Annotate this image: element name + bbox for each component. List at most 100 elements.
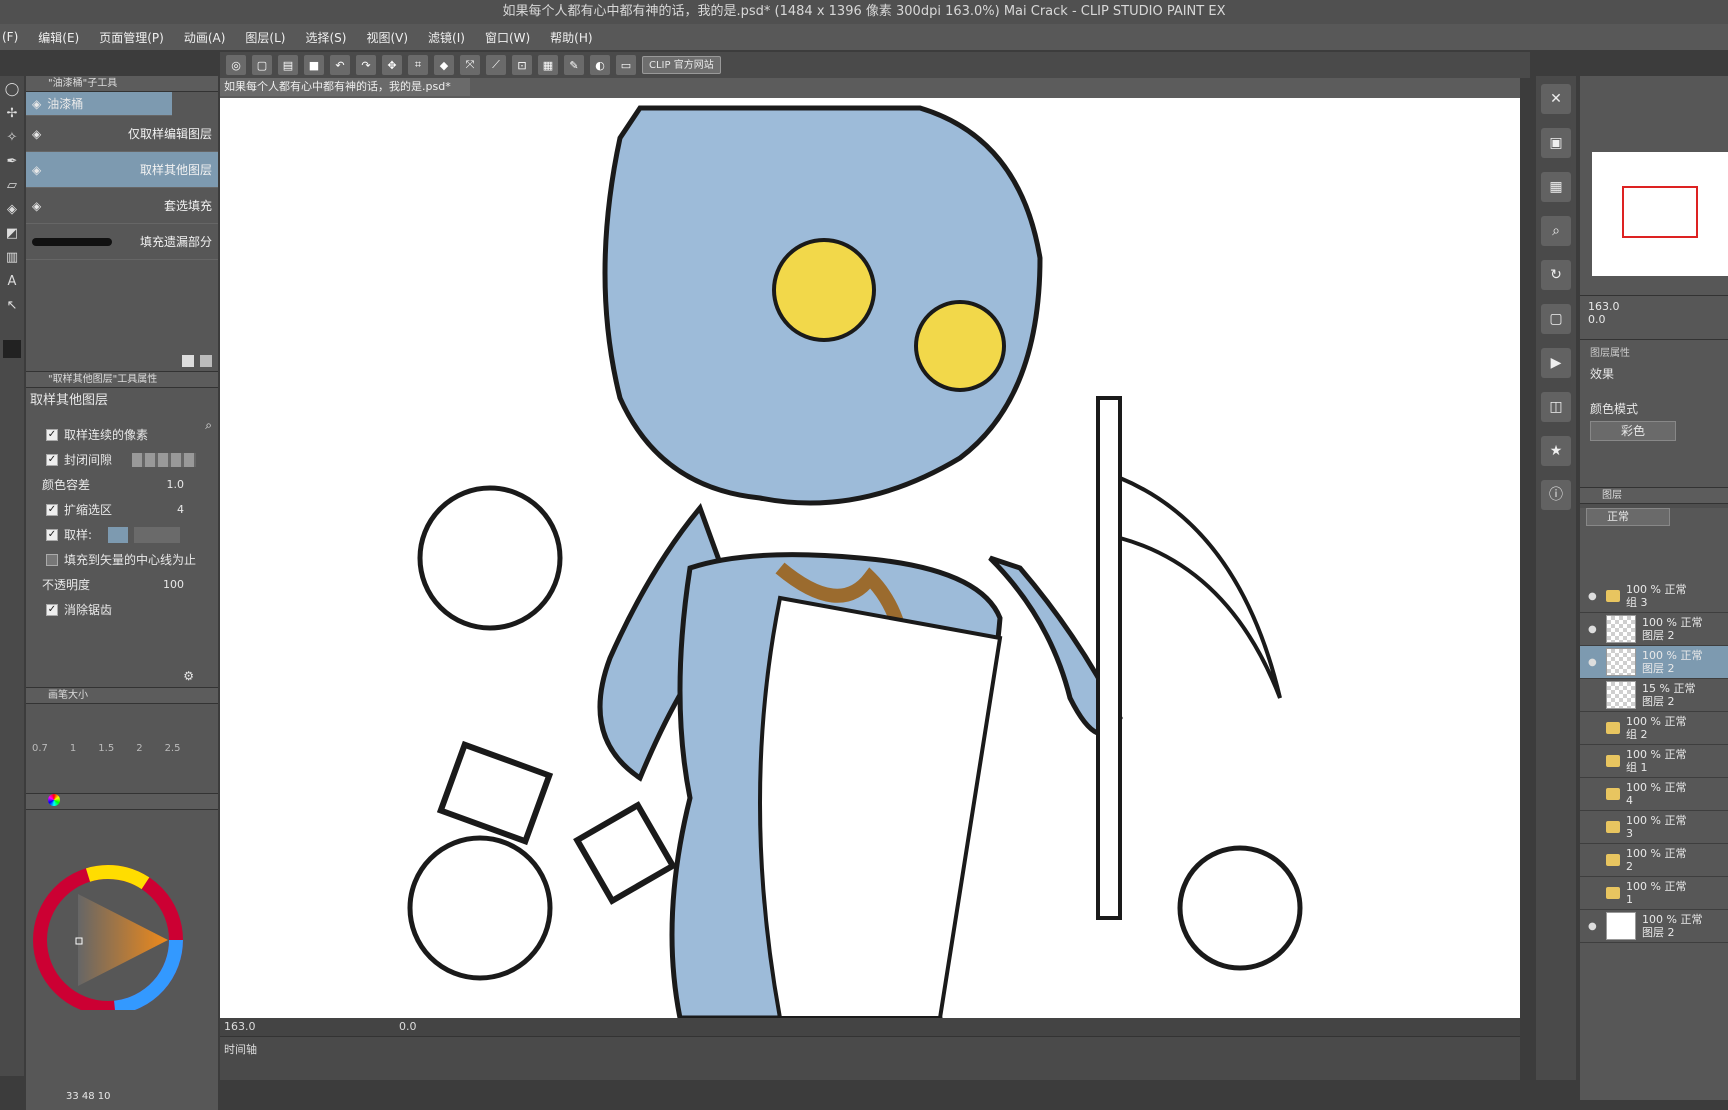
- subtool-item-1[interactable]: ◈ 取样其他图层: [26, 152, 218, 188]
- prop-row-vector-center[interactable]: 填充到矢量的中心线为止: [26, 547, 218, 572]
- layer-row[interactable]: 100 % 正常组 2: [1580, 712, 1728, 745]
- redo-icon[interactable]: ↷: [356, 55, 376, 75]
- navigator-view-rect[interactable]: [1622, 186, 1698, 238]
- menu-help[interactable]: 帮助(H): [550, 29, 592, 46]
- prop-value[interactable]: 1.0: [167, 478, 185, 491]
- menu-animation[interactable]: 动画(A): [184, 29, 226, 46]
- color-wheel[interactable]: [26, 810, 218, 1015]
- clear-selection-icon[interactable]: ✥: [382, 55, 402, 75]
- item-bank-icon[interactable]: ◫: [1541, 392, 1571, 422]
- canvas-zoom[interactable]: 163.0: [224, 1020, 256, 1033]
- settings-icon[interactable]: ⚙: [183, 669, 194, 683]
- quick-access-icon[interactable]: ★: [1541, 436, 1571, 466]
- prop-row-antialias[interactable]: ✓ 消除锯齿: [26, 597, 218, 622]
- brush-size-preset[interactable]: 0.7: [32, 743, 48, 754]
- layer-row[interactable]: 15 % 正常 图层 2: [1580, 679, 1728, 712]
- menu-select[interactable]: 选择(S): [305, 29, 346, 46]
- blend-mode-select[interactable]: 正常: [1586, 508, 1670, 526]
- menu-layer[interactable]: 图层(L): [245, 29, 285, 46]
- checkbox[interactable]: ✓: [46, 428, 58, 441]
- auto-action-icon[interactable]: ▶: [1541, 348, 1571, 378]
- layer-row[interactable]: ● 100 % 正常组 3: [1580, 580, 1728, 613]
- subtool-item-2[interactable]: ◈ 套选填充: [26, 188, 218, 224]
- operation-icon[interactable]: ↖: [4, 296, 20, 316]
- subtool-group-bucket[interactable]: ◈ 油漆桶: [26, 92, 172, 116]
- ruler-icon[interactable]: ⟋: [486, 55, 506, 75]
- text-icon[interactable]: A: [4, 272, 20, 292]
- fill-icon[interactable]: ◆: [434, 55, 454, 75]
- brush-size-preset[interactable]: 2.5: [165, 743, 181, 754]
- info-icon[interactable]: ⓘ: [1541, 480, 1571, 510]
- checkbox[interactable]: ✓: [46, 603, 58, 616]
- prop-row-close-gap[interactable]: ✓ 封闭间隙: [26, 447, 218, 472]
- gradient-icon[interactable]: ◩: [4, 224, 20, 244]
- checkbox[interactable]: ✓: [46, 528, 58, 541]
- display-icon[interactable]: ▭: [616, 55, 636, 75]
- material-icon[interactable]: ▦: [1541, 172, 1571, 202]
- brush-size-preset[interactable]: 2: [136, 743, 142, 754]
- layer-row[interactable]: 100 % 正常 4: [1580, 778, 1728, 811]
- delete-subtool-icon[interactable]: [200, 355, 212, 367]
- eye-icon[interactable]: ●: [1588, 921, 1600, 932]
- layer-row[interactable]: ● 100 % 正常 图层 2: [1580, 613, 1728, 646]
- menu-window[interactable]: 窗口(W): [485, 29, 530, 46]
- add-subtool-icon[interactable]: [182, 355, 194, 367]
- eye-icon[interactable]: ●: [1588, 591, 1600, 602]
- brush-size-preset[interactable]: 1: [70, 743, 76, 754]
- main-color-icon[interactable]: [3, 340, 21, 358]
- lasso-icon[interactable]: ◯: [4, 80, 20, 100]
- layer-row[interactable]: 100 % 正常组 1: [1580, 745, 1728, 778]
- grid-icon[interactable]: ▦: [538, 55, 558, 75]
- eye-icon[interactable]: ●: [1588, 657, 1600, 668]
- pen-pressure-icon[interactable]: ✎: [564, 55, 584, 75]
- subtool-item-0[interactable]: ◈ 仅取样编辑图层: [26, 116, 218, 152]
- eye-icon[interactable]: ●: [1588, 624, 1600, 635]
- pen-icon[interactable]: ✒: [4, 152, 20, 172]
- navigator-rotate[interactable]: 0.0: [1588, 313, 1720, 326]
- prop-value[interactable]: 4: [177, 503, 184, 516]
- timeline-tab[interactable]: 时间轴: [224, 1041, 257, 1057]
- layer-row-paper[interactable]: ● 100 % 正常 图层 2: [1580, 910, 1728, 943]
- checkbox[interactable]: [46, 553, 58, 566]
- clip-site-button[interactable]: CLIP 官方网站: [642, 56, 721, 74]
- menu-file[interactable]: (F): [2, 30, 18, 44]
- panel-icon[interactable]: ▣: [1541, 128, 1571, 158]
- checkbox[interactable]: ✓: [46, 453, 58, 466]
- navigator-zoom[interactable]: 163.0: [1588, 300, 1720, 313]
- document-tab[interactable]: 如果每个人都有心中都有神的话，我的是.psd*: [220, 78, 470, 96]
- layer-search-icon[interactable]: ⌕: [1541, 216, 1571, 246]
- layer-row[interactable]: 100 % 正常 3: [1580, 811, 1728, 844]
- canvas[interactable]: [220, 98, 1520, 1018]
- layer-row[interactable]: 100 % 正常 1: [1580, 877, 1728, 910]
- prop-value[interactable]: 100: [163, 578, 184, 591]
- magic-wand-icon[interactable]: ✧: [4, 128, 20, 148]
- sample-layer-icon[interactable]: [108, 526, 129, 543]
- menu-edit[interactable]: 编辑(E): [38, 29, 79, 46]
- layer-row[interactable]: 100 % 正常 2: [1580, 844, 1728, 877]
- menu-view[interactable]: 视图(V): [366, 29, 408, 46]
- prop-row-expand[interactable]: ✓ 扩缩选区 4: [26, 497, 218, 522]
- clip-logo-icon[interactable]: ◎: [226, 55, 246, 75]
- move-icon[interactable]: ✢: [4, 104, 20, 124]
- search-icon[interactable]: ⌕: [205, 418, 212, 433]
- history-icon[interactable]: ↻: [1541, 260, 1571, 290]
- save-icon[interactable]: ■: [304, 55, 324, 75]
- prop-row-tolerance[interactable]: 颜色容差 1.0: [26, 472, 218, 497]
- brush-size-preset[interactable]: 1.5: [98, 743, 114, 754]
- frame-icon[interactable]: ▥: [4, 248, 20, 268]
- menu-filter[interactable]: 滤镜(I): [428, 29, 465, 46]
- saturation-triangle[interactable]: [78, 894, 168, 986]
- navigator-thumbnail[interactable]: [1592, 152, 1728, 276]
- bucket-icon[interactable]: ◈: [4, 200, 20, 220]
- new-file-icon[interactable]: ▢: [252, 55, 272, 75]
- color-mode-select[interactable]: 彩色: [1590, 421, 1676, 441]
- checkbox[interactable]: ✓: [46, 503, 58, 516]
- crop-icon[interactable]: ⌗: [408, 55, 428, 75]
- undo-icon[interactable]: ↶: [330, 55, 350, 75]
- menu-page[interactable]: 页面管理(P): [99, 29, 164, 46]
- layer-row-selected[interactable]: ● 100 % 正常 图层 2: [1580, 646, 1728, 679]
- prop-row-opacity[interactable]: 不透明度 100: [26, 572, 218, 597]
- subtool-item-3[interactable]: 填充遗漏部分: [26, 224, 218, 260]
- sub-view-icon[interactable]: ▢: [1541, 304, 1571, 334]
- gap-level-selector[interactable]: [132, 452, 197, 467]
